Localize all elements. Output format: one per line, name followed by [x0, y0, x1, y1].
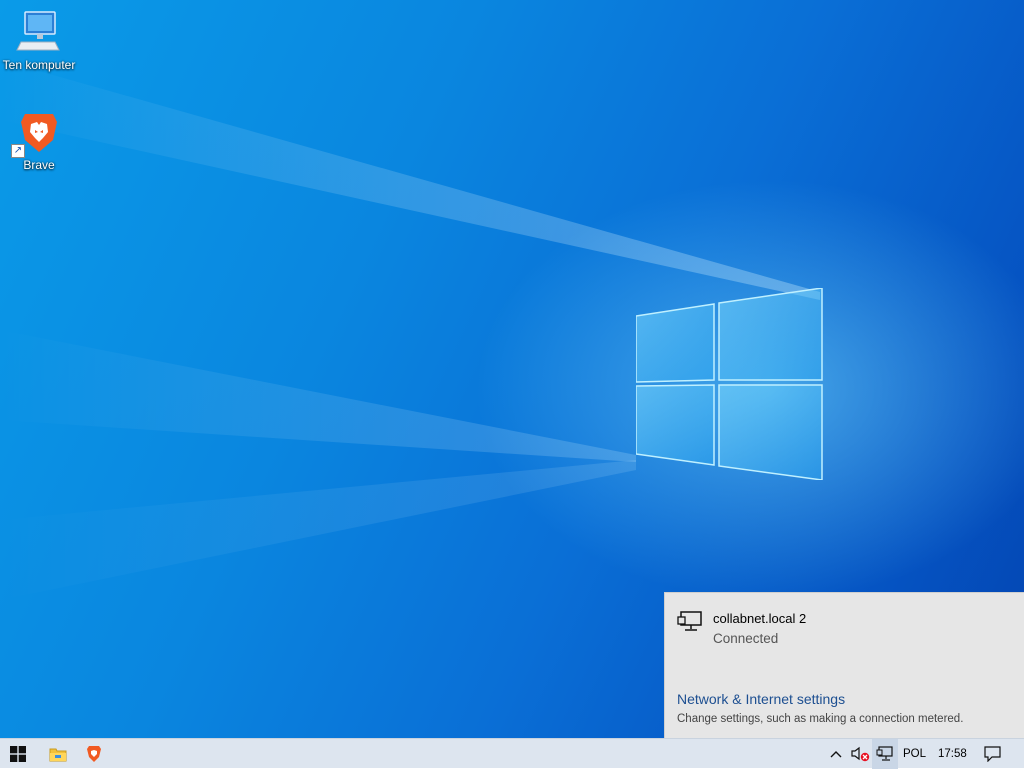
network-settings-description: Change settings, such as making a connec… [677, 713, 964, 725]
brave-lion-icon: ↗ [11, 108, 63, 158]
network-status: Connected [713, 631, 779, 646]
network-tray-button[interactable] [872, 739, 898, 769]
computer-icon [15, 8, 63, 56]
network-name: collabnet.local 2 [713, 611, 807, 626]
action-center-icon [983, 746, 1001, 762]
windows-start-icon [10, 746, 26, 762]
show-hidden-icons-button[interactable] [826, 739, 846, 769]
brave-icon [87, 746, 101, 762]
desktop-icon-this-pc[interactable]: Ten komputer [0, 8, 78, 72]
desktop-icon-label: Ten komputer [2, 58, 76, 72]
file-explorer-icon [49, 748, 67, 762]
windows-logo-wallpaper [636, 288, 823, 480]
network-flyout: collabnet.local 2 Connected Network & In… [664, 592, 1024, 738]
input-language-indicator[interactable]: POL [903, 739, 926, 769]
brave-taskbar-button[interactable] [76, 739, 112, 769]
wired-network-icon [876, 746, 893, 761]
volume-button[interactable] [848, 739, 872, 769]
network-internet-settings-link[interactable]: Network & Internet settings [677, 691, 845, 707]
file-explorer-button[interactable] [40, 739, 76, 769]
taskbar: POL 17:58 [0, 738, 1024, 769]
desktop-icon-label: Brave [23, 158, 55, 172]
clock[interactable]: 17:58 [938, 739, 967, 769]
action-center-button[interactable] [978, 739, 1006, 769]
start-button[interactable] [0, 739, 36, 769]
volume-muted-icon [851, 746, 870, 762]
shortcut-arrow-icon: ↗ [11, 144, 25, 158]
desktop-icon-brave[interactable]: ↗ Brave [0, 108, 78, 172]
wired-network-icon [677, 611, 703, 633]
network-connection-item[interactable]: collabnet.local 2 Connected [677, 611, 806, 646]
chevron-up-icon [830, 751, 842, 758]
